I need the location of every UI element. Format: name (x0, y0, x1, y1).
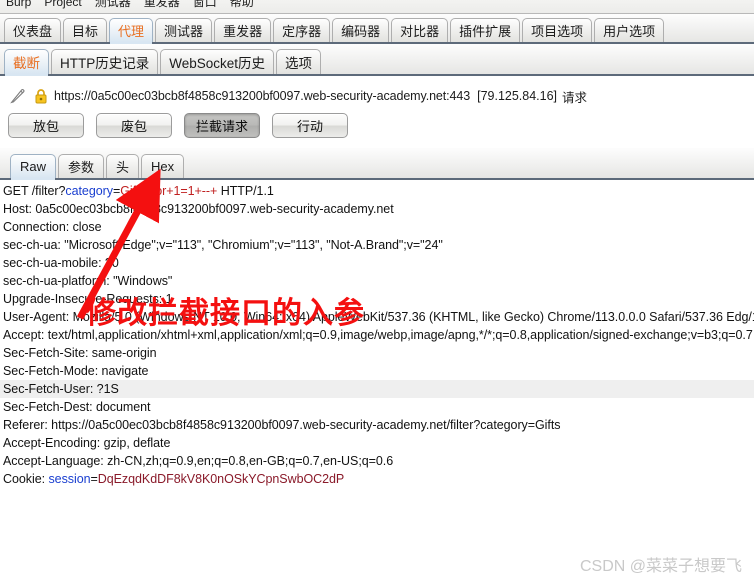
request-header-line: Accept-Language: zh-CN,zh;q=0.9,en;q=0.8… (3, 454, 394, 468)
intercept-action-buttons: 放包 废包 拦截请求 行动 (8, 113, 348, 138)
message-tab-0[interactable]: Raw (10, 154, 57, 180)
menu-item-1[interactable]: Project (44, 0, 81, 10)
cookie-name: session (48, 472, 91, 486)
button-2[interactable]: 拦截请求 (184, 113, 260, 138)
primary-tab-3[interactable]: 测试器 (155, 18, 213, 42)
primary-tab-7[interactable]: 对比器 (391, 18, 449, 42)
menu-item-0[interactable]: Burp (6, 0, 31, 10)
burp-suite-window: Burp Project 测试器 重发器 窗口 帮助 仪表盘 目标 代理 测试器 重发器 定序器 编码… (0, 0, 754, 586)
request-header-line: Sec-Fetch-Dest: document (3, 400, 151, 414)
request-header-line: Sec-Fetch-User: ?1S (0, 380, 754, 398)
primary-tab-4[interactable]: 重发器 (214, 18, 272, 42)
primary-tab-1[interactable]: 目标 (63, 18, 108, 42)
message-tab-1[interactable]: 参数 (58, 154, 105, 178)
cookie-equals: = (90, 472, 98, 486)
primary-tab-6[interactable]: 编码器 (332, 18, 390, 42)
request-header-line: Connection: close (3, 220, 102, 234)
proxy-tab-strip: 截断 HTTP历史记录 WebSocket历史 选项 (0, 44, 754, 76)
message-tab-3[interactable]: Hex (141, 154, 185, 178)
request-method-path: GET /filter? (3, 184, 66, 198)
raw-request-editor[interactable]: GET /filter?category = Gifts'+or+1=1+--+ H… (0, 182, 754, 586)
menu-item-5[interactable]: 帮助 (230, 0, 254, 10)
request-param-value: Gifts'+or+1=1+--+ (120, 184, 218, 198)
menu-item-2[interactable]: 测试器 (95, 0, 131, 10)
intercepted-url: https://0a5c00ec03bcb8f4858c913200bf0097… (54, 89, 471, 103)
request-header-line: sec-ch-ua-mobile: ?0 (3, 256, 119, 270)
cookie-label: Cookie: (3, 472, 49, 486)
primary-tab-strip: 仪表盘 目标 代理 测试器 重发器 定序器 编码器 对比器 插件扩展 项目选项 用户选项 (0, 14, 754, 44)
button-1[interactable]: 废包 (96, 113, 172, 138)
primary-tab-10[interactable]: 用户选项 (594, 18, 665, 42)
request-header-line: sec-ch-ua: "Microsoft Edge";v="113", "Ch… (3, 238, 443, 252)
cookie-value: DqEzqdKdDF8kV8K0nOSkYCpnSwbOC2dP (97, 472, 345, 486)
lock-icon (34, 88, 48, 104)
pencil-icon[interactable] (9, 87, 27, 105)
request-header-line: Host: 0a5c00ec03bcb8f4858c913200bf0097.w… (3, 202, 394, 216)
intercept-info-bar: https://0a5c00ec03bcb8f4858c913200bf0097… (0, 82, 754, 110)
intercepted-direction-label: 请求 (562, 90, 588, 105)
request-header-line: Accept-Encoding: gzip, deflate (3, 436, 171, 450)
request-header-line: Sec-Fetch-Site: same-origin (3, 346, 157, 360)
button-0[interactable]: 放包 (8, 113, 84, 138)
proxy-tab-3[interactable]: 选项 (276, 49, 322, 74)
primary-tab-8[interactable]: 插件扩展 (450, 18, 521, 42)
menu-item-3[interactable]: 重发器 (144, 0, 180, 10)
request-line: GET /filter?category=Gifts'+or+1=1+--+ H… (0, 182, 754, 200)
button-3[interactable]: 行动 (272, 113, 348, 138)
proxy-tab-0[interactable]: 截断 (4, 49, 49, 76)
request-http-version: HTTP/1.1 (217, 184, 274, 198)
request-param-name: category (65, 184, 113, 198)
cookie-line: Cookie: session=DqEzqdKdDF8kV8K0nOSkYCpn… (0, 470, 754, 488)
watermark: CSDN @菜菜子想要飞 (579, 558, 742, 575)
primary-tab-9[interactable]: 项目选项 (522, 18, 593, 42)
request-header-line: Referer: https://0a5c00ec03bcb8f4858c913… (3, 418, 561, 432)
request-header-line: Sec-Fetch-Mode: navigate (3, 364, 149, 378)
primary-tab-5[interactable]: 定序器 (273, 18, 331, 42)
message-editor-tab-strip: Raw 参数头 Hex (0, 148, 754, 180)
menu-item-4[interactable]: 窗口 (193, 0, 217, 10)
primary-tab-2[interactable]: 代理 (109, 18, 154, 44)
message-tab-2[interactable]: 头 (106, 154, 140, 178)
annotation-text: 修改拦截接口的入参 (86, 296, 365, 331)
primary-tab-0[interactable]: 仪表盘 (4, 18, 62, 42)
menu-bar: Burp Project 测试器 重发器 窗口 帮助 (0, 0, 754, 14)
proxy-tab-1[interactable]: HTTP历史记录 (51, 49, 159, 74)
intercepted-ip: [79.125.84.16] (477, 89, 558, 103)
proxy-tab-2[interactable]: WebSocket历史 (160, 49, 275, 74)
